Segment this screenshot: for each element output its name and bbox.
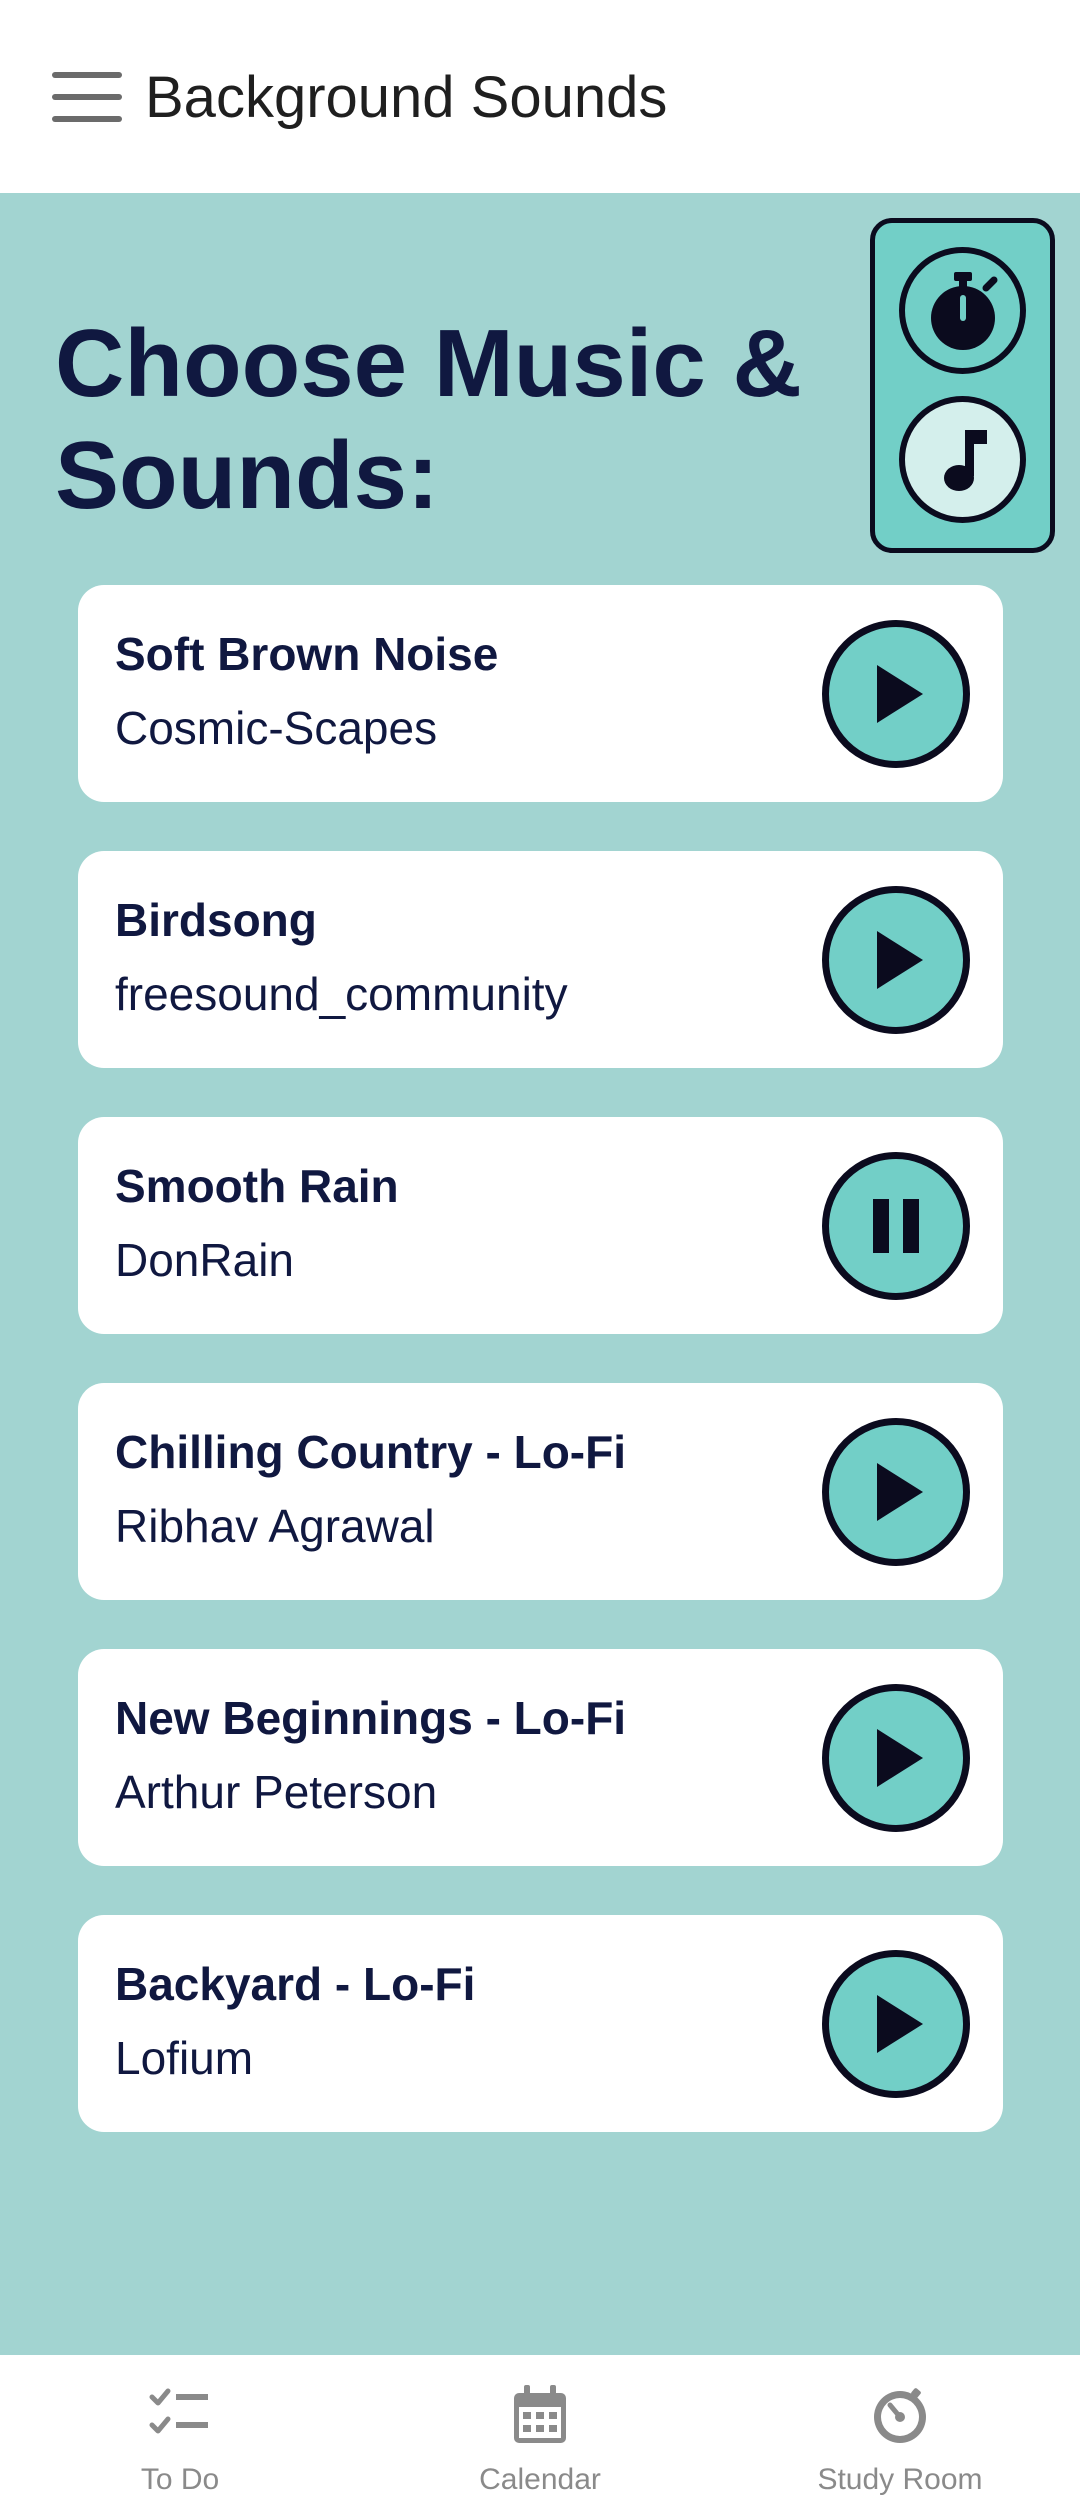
play-icon <box>877 665 923 723</box>
track-card[interactable]: Chilling Country - Lo-Fi Ribhav Agrawal <box>78 1383 1003 1600</box>
timer-button[interactable] <box>899 247 1026 374</box>
page-heading: Choose Music & Sounds: <box>55 310 802 529</box>
track-artist: DonRain <box>115 1234 294 1286</box>
play-icon <box>877 1995 923 2053</box>
play-icon <box>877 1729 923 1787</box>
track-title: Smooth Rain <box>115 1160 399 1212</box>
play-icon <box>877 1463 923 1521</box>
play-icon <box>877 931 923 989</box>
stopwatch-icon <box>930 271 997 350</box>
play-button[interactable] <box>822 1418 970 1566</box>
checklist-icon <box>149 2388 208 2434</box>
track-title: Chilling Country - Lo-Fi <box>115 1426 627 1478</box>
nav-item-calendar[interactable]: Calendar <box>360 2355 720 2502</box>
nav-item-todo[interactable]: To Do <box>0 2355 360 2502</box>
track-card[interactable]: Birdsong freesound_community <box>78 851 1003 1068</box>
music-note-icon <box>943 429 987 491</box>
track-title: Soft Brown Noise <box>115 628 499 680</box>
play-button[interactable] <box>822 886 970 1034</box>
pause-button[interactable] <box>822 1152 970 1300</box>
play-button[interactable] <box>822 1684 970 1832</box>
play-button[interactable] <box>822 620 970 768</box>
music-button[interactable] <box>899 396 1026 523</box>
side-control-panel <box>870 218 1055 553</box>
track-artist: freesound_community <box>115 968 568 1020</box>
track-card[interactable]: New Beginnings - Lo-Fi Arthur Peterson <box>78 1649 1003 1866</box>
bottom-navigation: To Do Calendar Study Room <box>0 2355 1080 2502</box>
track-list: Soft Brown Noise Cosmic-Scapes Birdsong … <box>78 585 1003 2181</box>
track-artist: Ribhav Agrawal <box>115 1500 435 1552</box>
timer-dial-icon <box>874 2388 926 2443</box>
app-bar: Background Sounds <box>0 0 1080 193</box>
track-title: Backyard - Lo-Fi <box>115 1958 476 2010</box>
track-card[interactable]: Backyard - Lo-Fi Lofium <box>78 1915 1003 2132</box>
nav-label: Study Room <box>817 2463 983 2496</box>
track-artist: Cosmic-Scapes <box>115 702 438 754</box>
track-title: Birdsong <box>115 894 317 946</box>
hamburger-menu-icon[interactable] <box>52 72 122 122</box>
play-button[interactable] <box>822 1950 970 2098</box>
nav-label: Calendar <box>479 2463 601 2496</box>
pause-icon <box>873 1199 919 1253</box>
track-artist: Arthur Peterson <box>115 1766 438 1818</box>
nav-item-study-room[interactable]: Study Room <box>720 2355 1080 2502</box>
track-title: New Beginnings - Lo-Fi <box>115 1692 627 1744</box>
app-title: Background Sounds <box>145 65 668 130</box>
track-card[interactable]: Soft Brown Noise Cosmic-Scapes <box>78 585 1003 802</box>
nav-label: To Do <box>140 2463 220 2496</box>
track-artist: Lofium <box>115 2032 254 2084</box>
track-card[interactable]: Smooth Rain DonRain <box>78 1117 1003 1334</box>
calendar-icon <box>514 2385 566 2443</box>
